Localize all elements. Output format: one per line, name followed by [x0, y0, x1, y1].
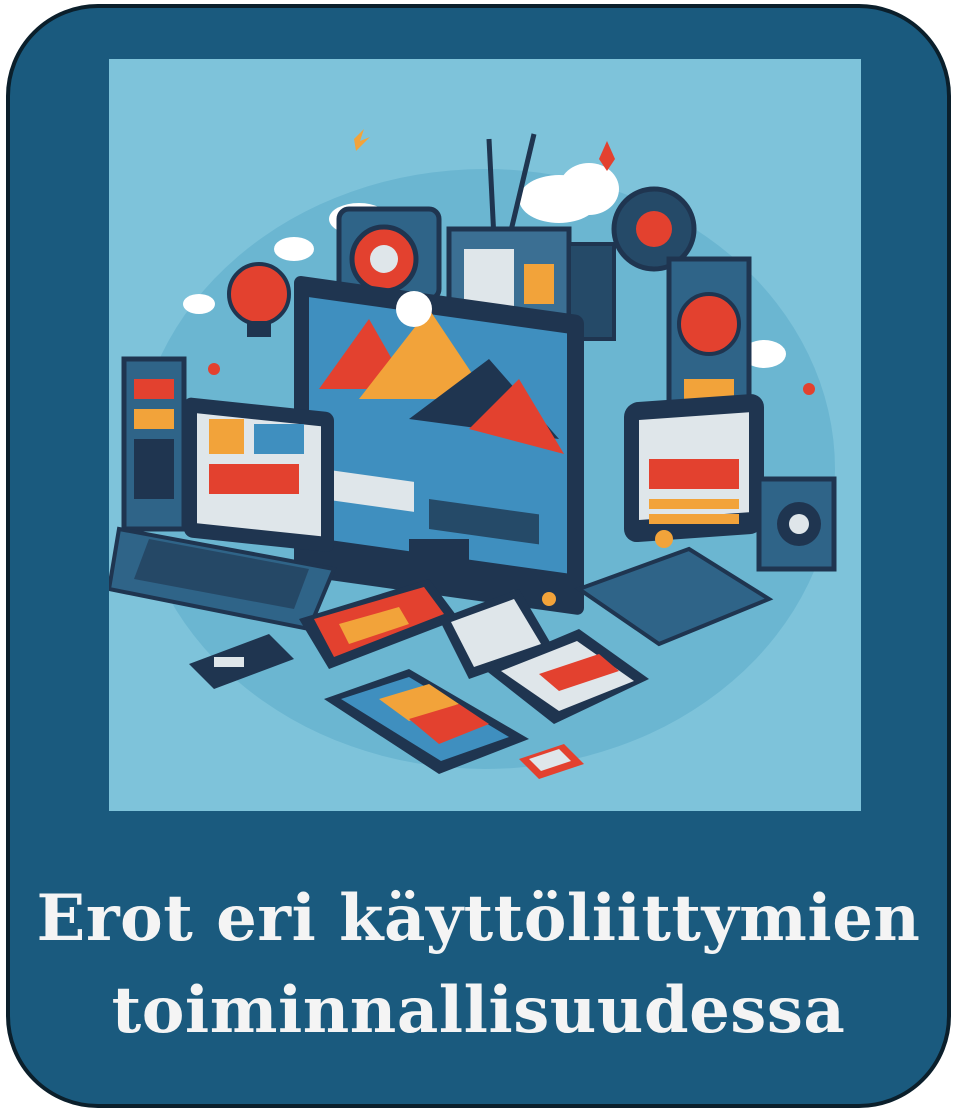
caption-line-2: toiminnallisuudessa: [111, 973, 846, 1048]
caption-line-1: Erot eri käyttöliittymien: [36, 881, 921, 956]
right-camera-icon: [756, 476, 837, 572]
devices-artwork: [109, 129, 837, 779]
content-card: Erot eri käyttöliittymien toiminnallisuu…: [6, 4, 951, 1108]
monitor-icon: [294, 276, 584, 615]
devices-illustration: [109, 59, 861, 811]
caption-title: Erot eri käyttöliittymien toiminnallisuu…: [10, 873, 947, 1057]
tablet-icon: [624, 394, 764, 543]
left-tower-icon: [121, 356, 187, 532]
lightning-icon: [354, 129, 370, 151]
